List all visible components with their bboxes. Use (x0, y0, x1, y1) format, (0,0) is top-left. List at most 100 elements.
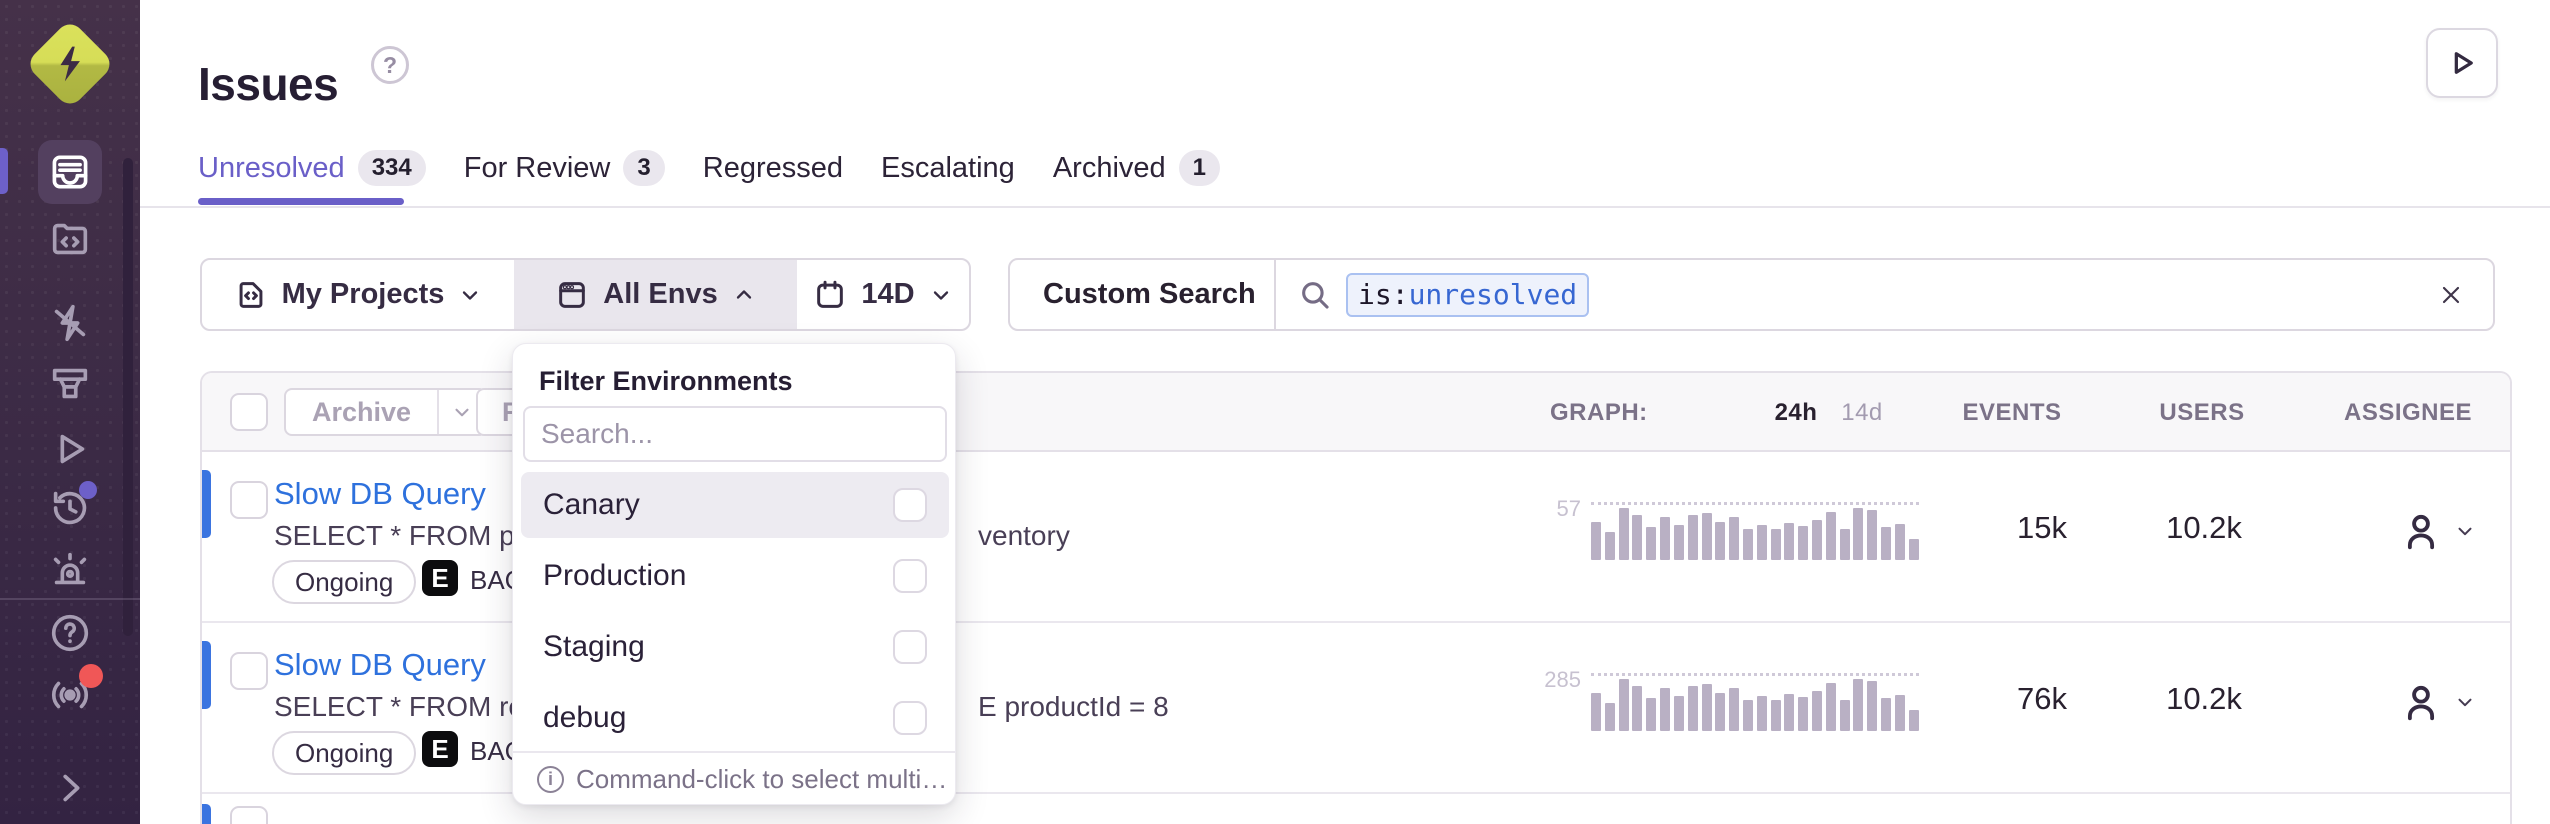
replay-tour-button[interactable] (2426, 28, 2498, 98)
sidebar-divider (0, 598, 140, 600)
graph-period-24h-toggle[interactable]: 24h (1762, 399, 1830, 427)
tab-regressed[interactable]: Regressed (703, 152, 843, 185)
sidebar-item-help[interactable] (47, 610, 93, 656)
sparkline-bars (1591, 508, 1919, 560)
calendar-icon (813, 278, 847, 312)
option-label: Staging (543, 630, 645, 664)
archive-button-label: Archive (286, 397, 437, 428)
token-key: is: (1358, 278, 1409, 311)
sidebar-expand-button[interactable] (47, 765, 93, 811)
sparkline-chart (1591, 502, 1919, 560)
select-all-checkbox[interactable] (230, 393, 268, 431)
status-badge: Ongoing (272, 731, 416, 775)
issue-subtitle: SELECT * FROM re (274, 691, 524, 723)
search-divider (1274, 260, 1276, 329)
option-checkbox[interactable] (893, 630, 927, 664)
sidebar-scrollbar[interactable] (123, 158, 133, 636)
column-header-users: USERS (2132, 399, 2272, 427)
sidebar-item-whats-new[interactable] (47, 672, 93, 718)
sidebar-item-history[interactable] (47, 485, 93, 531)
tab-label: Escalating (881, 152, 1015, 185)
info-icon: i (537, 766, 564, 793)
chevron-right-icon (47, 765, 93, 811)
graph-max-label: 285 (1539, 667, 1581, 693)
environment-search-input[interactable] (523, 406, 947, 462)
tab-unresolved[interactable]: Unresolved 334 (198, 150, 426, 186)
footer-hint-text: Command-click to select multi… (576, 764, 947, 795)
environment-filter-dropdown[interactable]: All Envs (514, 260, 797, 329)
help-icon[interactable]: ? (371, 46, 409, 84)
page-filter-bar: My Projects All Envs 14D (200, 258, 971, 331)
issue-subtitle-continued: E productId = 8 (978, 691, 1169, 723)
option-checkbox[interactable] (893, 488, 927, 522)
row-checkbox[interactable] (230, 806, 268, 824)
sidebar-item-performance[interactable] (47, 300, 93, 346)
env-option-staging[interactable]: Staging (521, 614, 949, 680)
column-header-assignee: ASSIGNEE (2338, 399, 2478, 427)
search-icon (1298, 278, 1332, 312)
token-value: unresolved (1409, 278, 1578, 311)
issues-icon (48, 150, 92, 194)
tab-count-badge: 1 (1179, 150, 1220, 186)
dropdown-footer-hint: i Command-click to select multi… (513, 751, 955, 805)
option-label: Canary (543, 488, 640, 522)
events-count: 15k (1972, 510, 2112, 546)
option-label: Production (543, 559, 686, 593)
env-option-production[interactable]: Production (521, 543, 949, 609)
notification-dot-purple (79, 481, 97, 499)
assignee-selector[interactable] (2398, 679, 2476, 725)
dropdown-title: Filter Environments (539, 366, 793, 397)
help-circle-icon (47, 610, 93, 656)
project-filter-dropdown[interactable]: My Projects (202, 260, 514, 329)
projector-icon (47, 361, 93, 407)
archive-split-button[interactable]: Archive (284, 388, 487, 436)
page-title: Issues (198, 57, 338, 111)
env-option-canary[interactable]: Canary (521, 472, 949, 538)
project-filter-label: My Projects (282, 278, 445, 311)
column-header-events: EVENTS (1942, 399, 2082, 427)
custom-search-button[interactable]: Custom Search (1010, 278, 1274, 311)
sidebar-item-dashboards[interactable] (47, 361, 93, 407)
tab-count-badge: 334 (358, 150, 426, 186)
project-platform-icon: E (422, 560, 458, 596)
date-range-dropdown[interactable]: 14D (797, 260, 969, 329)
tab-count-badge: 3 (623, 150, 664, 186)
chevron-down-icon (929, 283, 953, 307)
env-option-debug[interactable]: debug (521, 685, 949, 751)
notification-dot-red (79, 664, 103, 688)
users-count: 10.2k (2134, 510, 2274, 546)
sparkline-chart (1591, 673, 1919, 731)
play-outline-icon (47, 426, 93, 472)
tabs-bottom-border (140, 206, 2550, 208)
tab-escalating[interactable]: Escalating (881, 152, 1015, 185)
issue-title-link[interactable]: Slow DB Query (274, 647, 486, 683)
chevron-up-icon (732, 283, 756, 307)
play-icon (2445, 46, 2479, 80)
search-token-is-unresolved[interactable]: is:unresolved (1346, 273, 1589, 317)
sparkline-bars (1591, 679, 1919, 731)
graph-period-14d-toggle[interactable]: 14d (1828, 399, 1896, 427)
clear-search-icon[interactable] (2437, 281, 2465, 309)
issue-search-bar: Custom Search is:unresolved (1008, 258, 2495, 331)
sidebar-item-replays[interactable] (47, 426, 93, 472)
unread-indicator (202, 470, 211, 538)
tab-for-review[interactable]: For Review 3 (464, 150, 665, 186)
chevron-down-icon (451, 401, 473, 423)
assignee-person-icon (2398, 508, 2444, 554)
option-checkbox[interactable] (893, 701, 927, 735)
assignee-selector[interactable] (2398, 508, 2476, 554)
status-badge: Ongoing (272, 560, 416, 604)
date-range-label: 14D (861, 278, 914, 311)
issue-title-link[interactable]: Slow DB Query (274, 476, 486, 512)
issue-subtitle-continued: ventory (978, 520, 1070, 552)
chevron-down-icon (458, 283, 482, 307)
row-checkbox[interactable] (230, 481, 268, 519)
sidebar-item-projects[interactable] (47, 216, 93, 262)
sidebar-item-alerts[interactable] (47, 547, 93, 593)
environment-filter-label: All Envs (603, 278, 717, 311)
issue-event-graph: 285 (1539, 673, 1919, 735)
sidebar-item-issues[interactable] (38, 140, 102, 204)
row-checkbox[interactable] (230, 652, 268, 690)
option-checkbox[interactable] (893, 559, 927, 593)
tab-archived[interactable]: Archived 1 (1053, 150, 1220, 186)
